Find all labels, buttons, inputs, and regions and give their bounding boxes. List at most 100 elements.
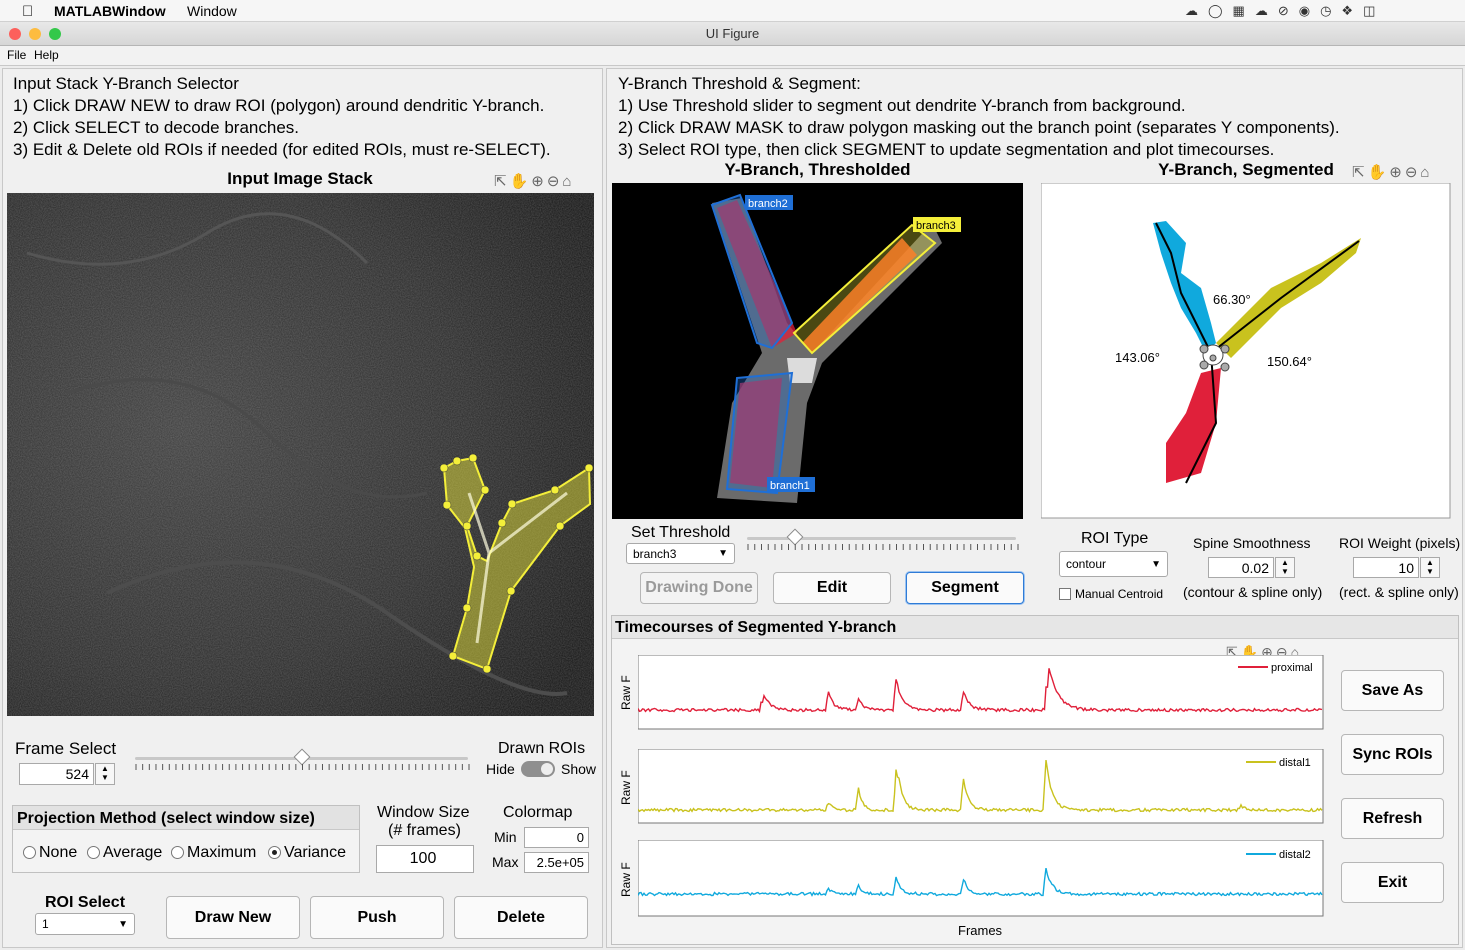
- legend-distal2: distal2: [1279, 849, 1311, 861]
- segment-button[interactable]: Segment: [906, 572, 1024, 604]
- refresh-button[interactable]: Refresh: [1341, 798, 1444, 839]
- right-instruction-2: 2) Click DRAW MASK to draw polygon maski…: [618, 118, 1340, 137]
- colormap-max-label: Max: [492, 854, 519, 870]
- right-instruction-1: 1) Use Threshold slider to segment out d…: [618, 96, 1186, 115]
- frame-spinner[interactable]: ▲ ▼: [95, 763, 115, 785]
- exit-button[interactable]: Exit: [1341, 862, 1444, 903]
- projection-option-maximum[interactable]: Maximum: [171, 844, 256, 862]
- axes-toolbar-left[interactable]: ⇱✋⊕⊖⌂: [494, 172, 574, 190]
- colormap-min-field[interactable]: 0: [524, 827, 589, 848]
- branch2-label: branch2: [748, 198, 788, 210]
- axes-toolbar-segmented[interactable]: ⇱✋⊕⊖⌂: [1352, 163, 1432, 181]
- roi-select-label: ROI Select: [45, 894, 126, 911]
- drawn-rois-toggle[interactable]: [521, 761, 555, 777]
- manual-centroid-label: Manual Centroid: [1075, 587, 1164, 601]
- projection-group: Projection Method (select window size) N…: [12, 805, 360, 873]
- threshold-slider-ticks: [747, 544, 1019, 550]
- frame-slider-ticks: [135, 764, 470, 770]
- drawn-rois-label: Drawn ROIs: [498, 740, 586, 757]
- push-button[interactable]: Push: [310, 896, 444, 939]
- colormap-max-field[interactable]: 2.5e+05: [524, 852, 589, 873]
- left-instructions: Input Stack Y-Branch Selector 1) Click D…: [13, 73, 551, 161]
- apple-icon[interactable]: : [22, 3, 33, 20]
- timecourses-title: Timecourses of Segmented Y-branch: [615, 619, 897, 636]
- ylabel-distal1: Raw F: [619, 770, 633, 805]
- set-threshold-label: Set Threshold: [631, 524, 731, 541]
- show-label: Show: [561, 761, 597, 777]
- export-icon[interactable]: ⇱: [494, 173, 510, 190]
- right-instructions: Y-Branch Threshold & Segment: 1) Use Thr…: [618, 73, 1340, 161]
- left-instruction-title: Input Stack Y-Branch Selector: [13, 74, 239, 93]
- chevron-down-icon: ▼: [118, 918, 128, 930]
- left-instruction-2: 2) Click SELECT to decode branches.: [13, 118, 299, 137]
- home-icon[interactable]: ⌂: [562, 173, 574, 190]
- menu-file[interactable]: File: [7, 48, 26, 62]
- figure-menubar: File Help: [0, 46, 1465, 66]
- zoom-in-icon[interactable]: ⊕: [1389, 164, 1405, 181]
- home-icon[interactable]: ⌂: [1420, 164, 1432, 181]
- save-as-button[interactable]: Save As: [1341, 670, 1444, 711]
- spine-smoothness-note: (contour & spline only): [1183, 584, 1323, 600]
- colormap-min-label: Min: [494, 829, 517, 845]
- zoom-out-icon[interactable]: ⊖: [547, 173, 563, 190]
- menu-help[interactable]: Help: [34, 48, 59, 62]
- thresholded-title: Y-Branch, Thresholded: [724, 160, 911, 179]
- sync-rois-button[interactable]: Sync ROIs: [1341, 734, 1444, 775]
- input-image-stack[interactable]: [7, 193, 594, 716]
- angle-label-right: 150.64°: [1267, 354, 1312, 369]
- roi-select-value: 1: [42, 917, 49, 931]
- window-titlebar: UI Figure: [0, 22, 1465, 46]
- pan-icon[interactable]: ✋: [1368, 164, 1390, 181]
- radio-icon[interactable]: [23, 846, 36, 859]
- colormap-label: Colormap: [503, 804, 573, 821]
- right-instruction-3: 3) Select ROI type, then click SEGMENT t…: [618, 140, 1275, 159]
- frame-select-field[interactable]: 524: [19, 763, 94, 785]
- angle-label-top: 66.30°: [1213, 292, 1251, 307]
- roi-select-dropdown[interactable]: 1 ▼: [35, 913, 135, 935]
- spine-smoothness-label: Spine Smoothness: [1193, 535, 1311, 551]
- ylabel-distal2: Raw F: [619, 862, 633, 897]
- ylabel-proximal: Raw F: [619, 675, 633, 710]
- left-instruction-3: 3) Edit & Delete old ROIs if needed (for…: [13, 140, 551, 159]
- legend-distal1: distal1: [1279, 757, 1311, 769]
- window-title: UI Figure: [705, 26, 760, 41]
- spine-smoothness-spinner[interactable]: ▲ ▼: [1275, 557, 1295, 578]
- roi-type-dropdown[interactable]: contour ▼: [1059, 551, 1168, 577]
- spine-smoothness-field[interactable]: 0.02: [1208, 557, 1274, 578]
- roi-weight-spinner[interactable]: ▲ ▼: [1420, 557, 1440, 578]
- projection-option-none[interactable]: None: [23, 844, 77, 862]
- proximal-trace-axes[interactable]: proximal: [638, 655, 1324, 730]
- distal2-trace-axes[interactable]: distal2: [638, 840, 1324, 917]
- thresholded-image[interactable]: branch2 branch3 branch1: [612, 183, 1023, 519]
- menu-app-name[interactable]: MATLABWindow: [54, 3, 166, 19]
- roi-weight-field[interactable]: 10: [1353, 557, 1419, 578]
- right-instruction-title: Y-Branch Threshold & Segment:: [618, 74, 861, 93]
- projection-title: Projection Method (select window size): [17, 810, 315, 827]
- radio-icon[interactable]: [171, 846, 184, 859]
- zoom-out-icon[interactable]: ⊖: [1405, 164, 1421, 181]
- edit-button[interactable]: Edit: [773, 572, 891, 604]
- segmented-image[interactable]: 66.30° 143.06° 150.64°: [1041, 183, 1451, 519]
- hide-label: Hide: [486, 761, 515, 777]
- draw-new-button[interactable]: Draw New: [166, 896, 300, 939]
- window-size-field[interactable]: 100: [376, 845, 474, 873]
- drawing-done-button[interactable]: Drawing Done: [640, 572, 758, 604]
- projection-option-variance[interactable]: Variance: [268, 844, 346, 862]
- toggle-knob: [541, 763, 553, 775]
- zoom-in-icon[interactable]: ⊕: [531, 173, 547, 190]
- radio-selected-icon[interactable]: [268, 846, 281, 859]
- threshold-branch-dropdown[interactable]: branch3 ▼: [626, 543, 735, 564]
- projection-option-average[interactable]: Average: [87, 844, 162, 862]
- delete-button[interactable]: Delete: [454, 896, 588, 939]
- distal1-trace-axes[interactable]: distal1: [638, 749, 1324, 824]
- pan-icon[interactable]: ✋: [510, 173, 532, 190]
- legend-proximal: proximal: [1271, 662, 1313, 674]
- radio-icon[interactable]: [87, 846, 100, 859]
- export-icon[interactable]: ⇱: [1352, 164, 1368, 181]
- angle-label-left: 143.06°: [1115, 350, 1160, 365]
- manual-centroid-checkbox[interactable]: [1059, 588, 1071, 600]
- chevron-down-icon: ▼: [1151, 558, 1161, 570]
- chevron-down-icon: ▼: [718, 548, 728, 559]
- menu-window[interactable]: Window: [187, 3, 237, 19]
- roi-weight-note: (rect. & spline only): [1339, 584, 1459, 600]
